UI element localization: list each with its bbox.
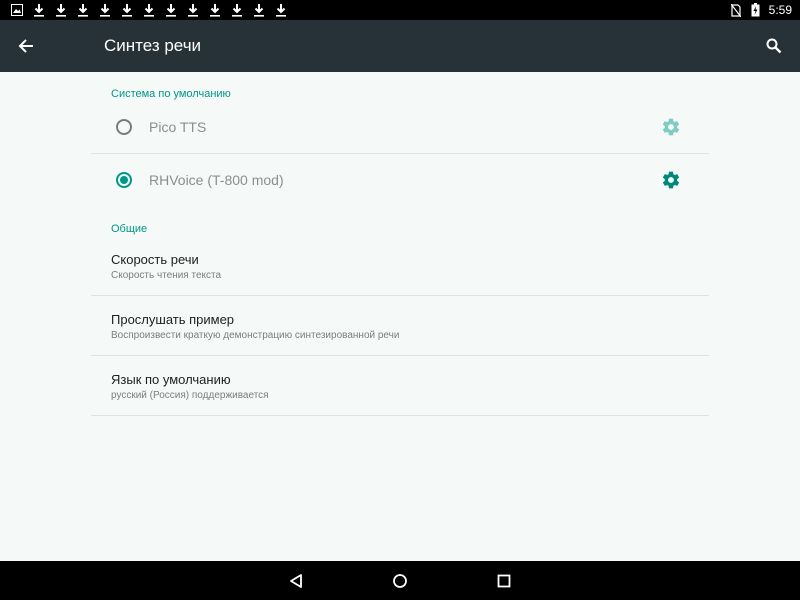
pref-summary: Скорость чтения текста — [111, 270, 222, 281]
download-icon — [186, 3, 200, 17]
status-bar: 5:59 — [0, 0, 800, 20]
section-header-general: Общие — [111, 223, 148, 235]
search-icon — [766, 38, 782, 54]
nav-home-button[interactable] — [389, 570, 411, 592]
download-icon — [98, 3, 112, 17]
notification-icons — [10, 2, 296, 18]
pref-item-listen-example[interactable]: Прослушать пример Воспроизвести краткую … — [91, 296, 709, 356]
engine-label: RHVoice (T-800 mod) — [149, 172, 284, 188]
radio-button[interactable] — [116, 119, 132, 135]
gear-icon — [662, 118, 680, 136]
engine-label: Pico TTS — [149, 119, 207, 135]
navigation-bar — [0, 561, 800, 600]
recents-icon — [497, 574, 511, 588]
download-icon — [164, 3, 178, 17]
no-sim-icon — [729, 3, 743, 17]
arrow-back-icon — [18, 39, 33, 53]
download-icon — [76, 3, 90, 17]
page-title: Синтез речи — [104, 36, 202, 55]
system-status-icons: 5:59 — [729, 2, 792, 18]
nav-back-button[interactable] — [285, 570, 307, 592]
home-icon — [393, 574, 407, 588]
pref-item-default-language[interactable]: Язык по умолчанию русский (Россия) подде… — [91, 356, 709, 416]
battery-charging-icon — [749, 3, 763, 17]
pref-summary: русский (Россия) поддерживается — [111, 390, 269, 401]
pref-item-speech-rate[interactable]: Скорость речи Скорость чтения текста — [91, 236, 709, 296]
engine-item-rhvoice[interactable]: RHVoice (T-800 mod) — [91, 154, 709, 207]
engine-item-pico[interactable]: Pico TTS — [91, 101, 709, 154]
image-notification-icon — [10, 3, 24, 17]
pref-title: Скорость речи — [111, 252, 199, 267]
gear-icon — [662, 171, 680, 189]
download-icon — [142, 3, 156, 17]
app-bar: Синтез речи — [0, 20, 800, 72]
back-button[interactable] — [12, 32, 40, 60]
download-icon — [230, 3, 244, 17]
download-icon — [54, 3, 68, 17]
pref-title: Язык по умолчанию — [111, 372, 231, 387]
back-icon — [290, 574, 302, 588]
nav-recents-button[interactable] — [493, 570, 515, 592]
download-icon — [252, 3, 266, 17]
pref-title: Прослушать пример — [111, 312, 235, 327]
engine-settings-button[interactable] — [661, 117, 681, 137]
clock: 5:59 — [768, 3, 792, 17]
settings-content: Система по умолчанию Pico TTS RHVoice (T… — [0, 72, 800, 561]
radio-button-selected[interactable] — [116, 172, 132, 188]
section-header-default-engine: Система по умолчанию — [111, 88, 231, 100]
download-icon — [274, 3, 288, 17]
pref-summary: Воспроизвести краткую демонстрацию синте… — [111, 330, 400, 341]
search-button[interactable] — [760, 32, 788, 60]
download-icon — [32, 3, 46, 17]
engine-settings-button[interactable] — [661, 170, 681, 190]
download-icon — [120, 3, 134, 17]
download-icon — [208, 3, 222, 17]
